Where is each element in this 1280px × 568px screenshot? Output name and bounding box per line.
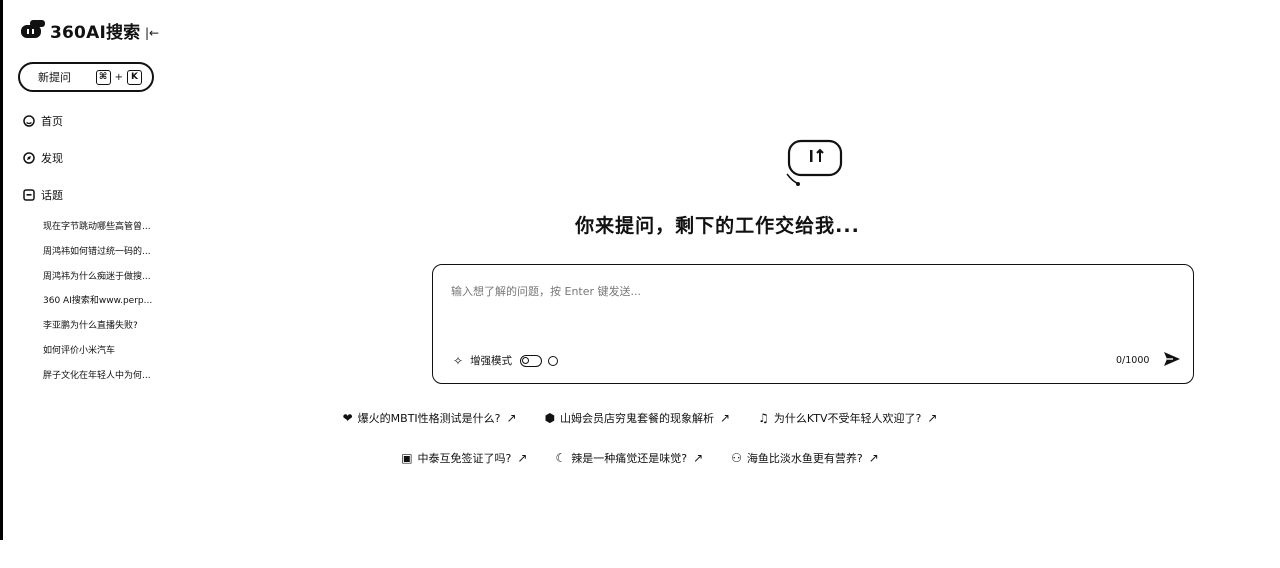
topic-icon: [22, 189, 35, 202]
question-composer: ✧ 增强模式 0/1000: [432, 264, 1194, 384]
command-key: ⌘: [95, 69, 111, 85]
send-icon: [1164, 352, 1180, 366]
suggestion-label: 海鱼比淡水鱼更有营养?: [746, 452, 863, 465]
home-icon: [22, 115, 35, 128]
suggestion-item[interactable]: ☾ 辣是一种痛觉还是味觉? ↗: [555, 450, 703, 466]
sparkle-icon: ✧: [453, 353, 464, 368]
recent-item[interactable]: 周鸿祎如何错过统一码的...: [43, 245, 168, 270]
music-icon: ♫: [758, 411, 769, 425]
info-icon[interactable]: [548, 355, 559, 366]
arrow-up-right-icon: ↗: [517, 451, 528, 465]
character-counter: 0/1000: [1116, 355, 1150, 366]
nav-label: 发现: [41, 152, 63, 165]
enhanced-mode-toggle[interactable]: [520, 354, 543, 367]
suggestion-label: 辣是一种痛觉还是味觉?: [571, 452, 688, 465]
suggestion-label: 爆火的MBTI性格测试是什么?: [357, 412, 501, 425]
k-key: K: [127, 69, 142, 85]
send-button[interactable]: [1163, 351, 1181, 371]
plus-sign: +: [114, 71, 123, 83]
recent-item[interactable]: 胖子文化在年轻人中为何...: [43, 369, 168, 394]
brand-name: 360AI搜索: [50, 23, 141, 43]
recent-questions-list: 现在字节跳动哪些高管曾... 周鸿祎如何错过统一码的... 周鸿祎为什么痴迷于做…: [43, 220, 168, 394]
nav-item-home[interactable]: 首页: [22, 113, 63, 129]
arrow-up-right-icon: ↗: [506, 411, 517, 425]
suggestion-item[interactable]: ⬢ 山姆会员店穷鬼套餐的现象解析 ↗: [545, 410, 731, 426]
shield-icon: ⬢: [544, 411, 556, 425]
suggestion-label: 山姆会员店穷鬼套餐的现象解析: [560, 412, 715, 425]
pepper-icon: ☾: [555, 451, 567, 465]
suggestion-item[interactable]: ▣ 中泰互免签证了吗? ↗: [401, 450, 527, 466]
arrow-up-right-icon: ↗: [868, 451, 879, 465]
new-question-button[interactable]: 新提问 ⌘ + K: [18, 62, 154, 92]
passport-icon: ▣: [401, 451, 413, 465]
recent-item[interactable]: 360 AI搜索和www.perp...: [43, 294, 168, 319]
arrow-up-right-icon: ↗: [927, 411, 938, 425]
fish-icon: ⚇: [731, 451, 742, 465]
question-input[interactable]: [451, 283, 1171, 333]
arrow-up-right-icon: ↗: [720, 411, 731, 425]
suggestion-label: 为什么KTV不受年轻人欢迎了?: [773, 412, 922, 425]
page-headline: 你来提问，剩下的工作交给我...: [0, 211, 1280, 238]
suggestion-item[interactable]: ♫ 为什么KTV不受年轻人欢迎了? ↗: [758, 410, 937, 426]
suggestions-row: ▣ 中泰互免签证了吗? ↗ ☾ 辣是一种痛觉还是味觉? ↗ ⚇ 海鱼比淡水鱼更有…: [0, 450, 1280, 466]
suggestion-item[interactable]: ⚇ 海鱼比淡水鱼更有营养? ↗: [731, 450, 879, 466]
suggestion-label: 中泰互免签证了吗?: [417, 452, 512, 465]
assistant-logo-icon: [785, 138, 845, 190]
recent-item[interactable]: 如何评价小米汽车: [43, 344, 168, 369]
arrow-up-right-icon: ↗: [693, 451, 704, 465]
nav-item-discover[interactable]: 发现: [22, 150, 63, 166]
nav-label: 话题: [41, 189, 63, 202]
shortcut-hint: ⌘ + K: [95, 69, 142, 85]
collapse-sidebar-icon[interactable]: |←: [145, 26, 159, 40]
compass-icon: [22, 152, 35, 165]
nav-label: 首页: [41, 115, 63, 128]
new-question-label: 新提问: [38, 71, 71, 84]
logo-icon: [20, 19, 46, 42]
suggestions-row: ❤ 爆火的MBTI性格测试是什么? ↗ ⬢ 山姆会员店穷鬼套餐的现象解析 ↗ ♫…: [0, 410, 1280, 426]
nav-item-topics[interactable]: 话题: [22, 187, 63, 203]
enhanced-mode-control[interactable]: ✧ 增强模式: [453, 353, 559, 368]
mode-label: 增强模式: [470, 355, 513, 367]
brand[interactable]: 360AI搜索: [20, 18, 140, 43]
heart-icon: ❤: [342, 411, 353, 425]
recent-item[interactable]: 周鸿祎为什么痴迷于做搜...: [43, 270, 168, 295]
headline-text: 你来提问，剩下的工作交给我...: [575, 215, 860, 237]
recent-item[interactable]: 李亚鹏为什么直播失败?: [43, 319, 168, 344]
suggestion-item[interactable]: ❤ 爆火的MBTI性格测试是什么? ↗: [343, 410, 517, 426]
